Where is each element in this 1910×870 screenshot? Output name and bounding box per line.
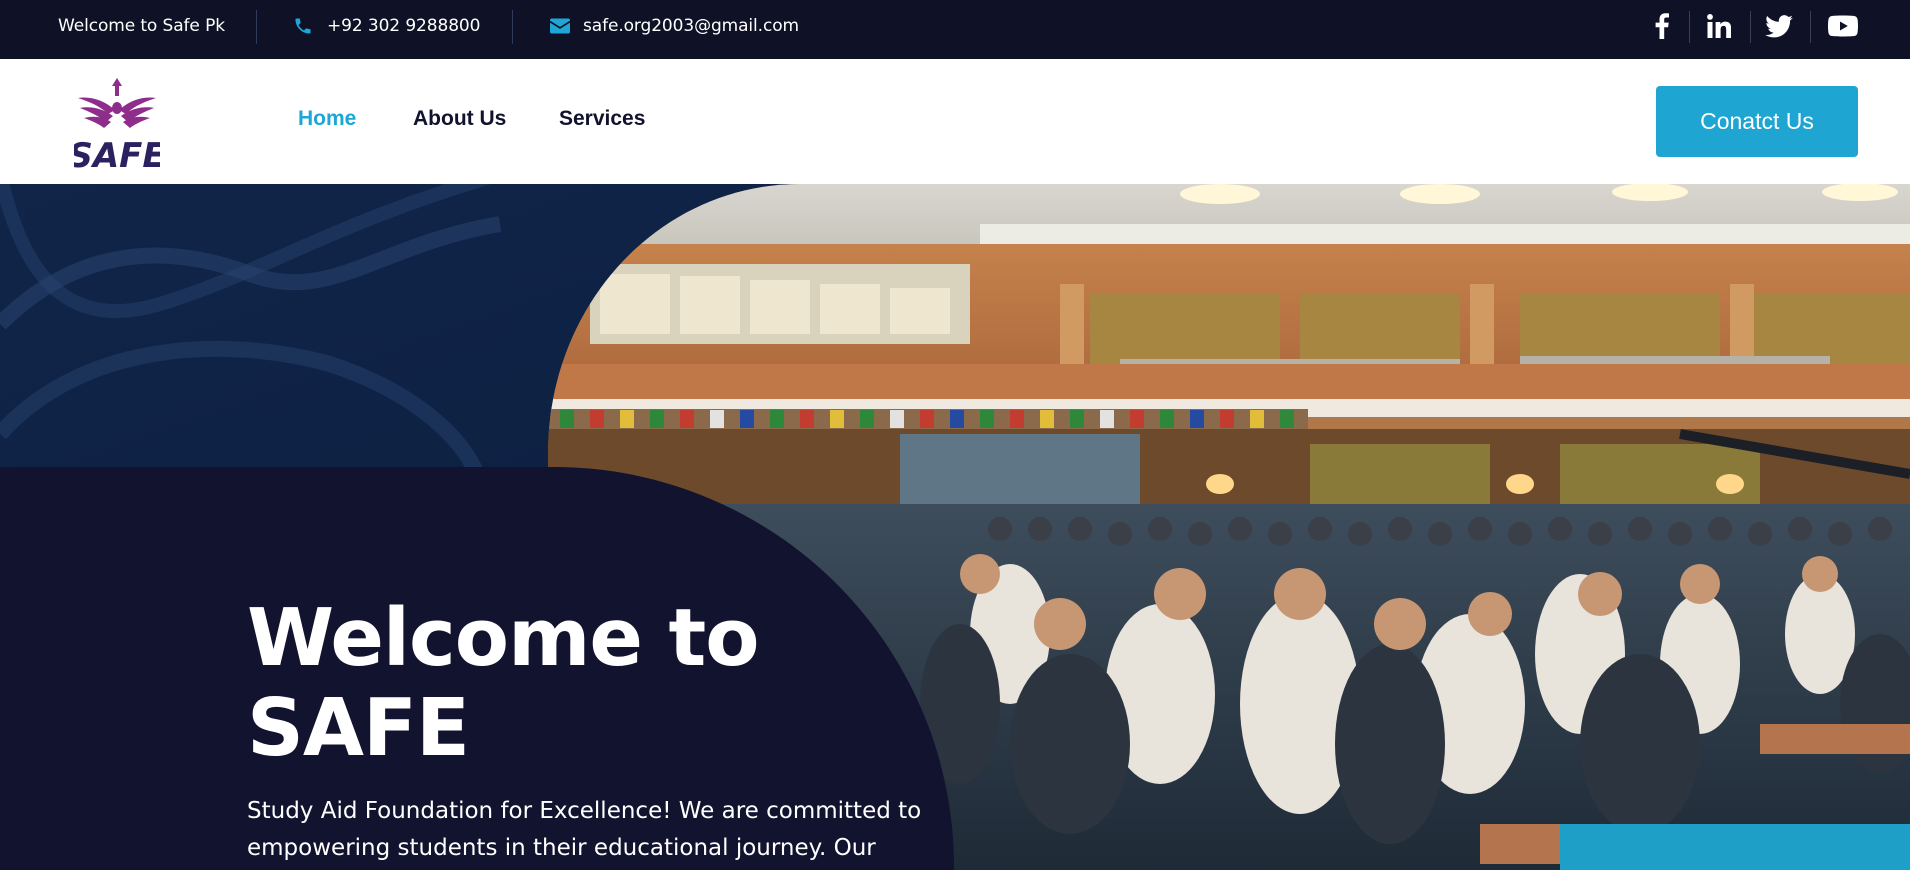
phone-contact[interactable]: +92 302 9288800: [293, 0, 480, 52]
hero-title-line-1: Welcome to: [247, 592, 760, 684]
phone-icon: [293, 16, 313, 36]
youtube-icon[interactable]: [1827, 0, 1859, 52]
contact-us-button[interactable]: Conatct Us: [1656, 86, 1858, 157]
nav-services[interactable]: Services: [559, 107, 645, 131]
hero-description: Study Aid Foundation for Excellence! We …: [247, 798, 922, 861]
logo-text: SAFE: [74, 136, 160, 169]
email-address: safe.org2003@gmail.com: [583, 16, 799, 36]
nav-home[interactable]: Home: [298, 107, 356, 131]
email-contact[interactable]: safe.org2003@gmail.com: [550, 0, 799, 52]
phone-number: +92 302 9288800: [327, 16, 481, 36]
linkedin-icon[interactable]: [1705, 0, 1733, 52]
divider: [1810, 11, 1811, 43]
hero-title: Welcome to SAFE: [247, 593, 927, 773]
envelope-icon: [550, 18, 570, 34]
hero-title-line-2: SAFE: [247, 682, 470, 774]
facebook-icon[interactable]: [1648, 0, 1676, 52]
divider: [256, 10, 257, 44]
main-nav: SAFE Home About Us Services Conatct Us: [0, 59, 1910, 184]
divider: [1750, 11, 1751, 43]
twitter-icon[interactable]: [1764, 0, 1794, 52]
divider: [1689, 11, 1690, 43]
welcome-text: Welcome to Safe Pk: [58, 16, 225, 36]
divider: [512, 10, 513, 44]
nav-about-us[interactable]: About Us: [413, 107, 506, 131]
top-bar: Welcome to Safe Pk +92 302 9288800 safe.…: [0, 0, 1910, 59]
hero-section: Welcome to SAFE Study Aid Foundation for…: [0, 184, 1910, 870]
safe-logo[interactable]: SAFE: [68, 76, 166, 176]
